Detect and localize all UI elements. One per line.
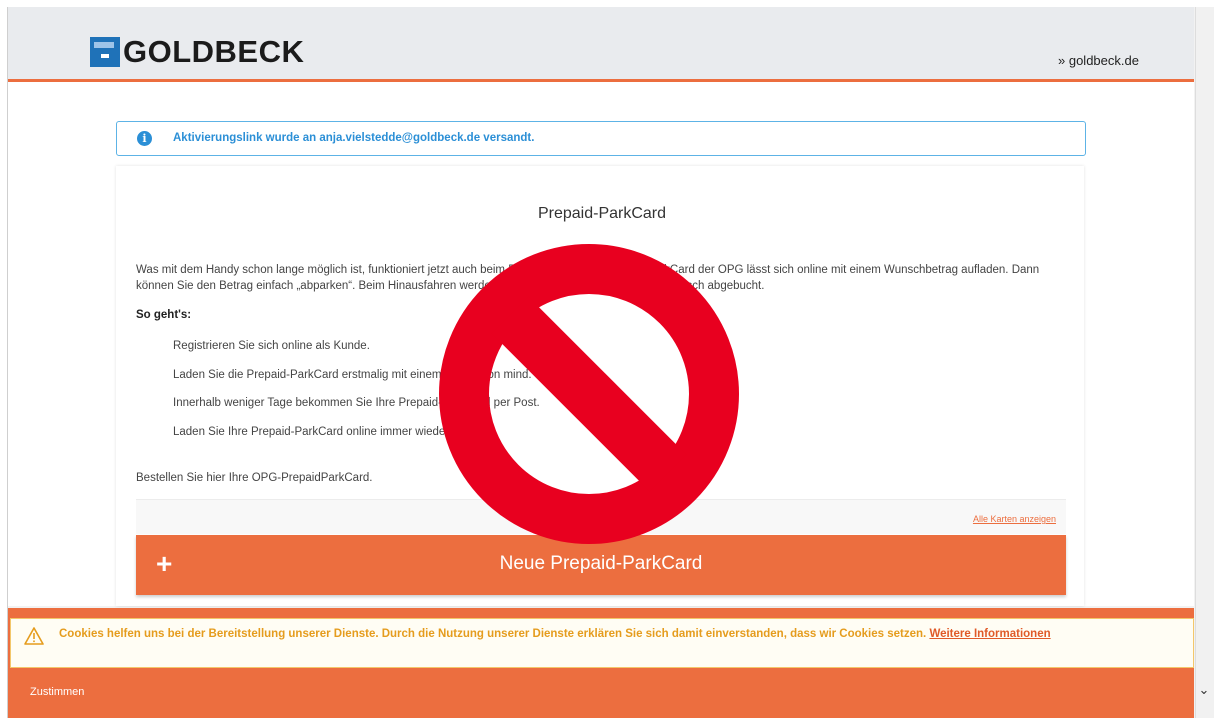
all-cards-link[interactable]: Alle Karten anzeigen	[973, 514, 1056, 524]
agree-button[interactable]: Zustimmen	[30, 686, 84, 698]
brand-name: GOLDBECK	[123, 34, 305, 69]
scroll-down-arrow-icon[interactable]: ⌄	[1196, 682, 1212, 698]
cookie-message: Cookies helfen uns bei der Bereitstellun…	[59, 628, 1119, 641]
goldbeck-de-link[interactable]: » goldbeck.de	[1058, 53, 1139, 68]
goldbeck-logo[interactable]: GOLDBECK	[90, 34, 305, 69]
order-text: Bestellen Sie hier Ihre OPG-PrepaidParkC…	[136, 472, 373, 484]
activation-alert: i Aktivierungslink wurde an anja.vielste…	[116, 121, 1086, 156]
vertical-scrollbar[interactable]	[1195, 7, 1214, 718]
cookie-notice: Cookies helfen uns bei der Bereitstellun…	[10, 618, 1194, 668]
site-header: GOLDBECK » goldbeck.de	[8, 7, 1194, 82]
warning-icon	[24, 627, 44, 645]
prohibited-icon	[439, 244, 739, 544]
card-title: Prepaid-ParkCard	[537, 205, 667, 222]
info-icon: i	[137, 131, 152, 146]
goldbeck-logo-icon	[90, 37, 120, 67]
more-info-link[interactable]: Weitere Informationen	[929, 628, 1050, 640]
new-parkcard-label: Neue Prepaid-ParkCard	[499, 553, 703, 574]
cookie-message-text: Cookies helfen uns bei der Bereitstellun…	[59, 628, 927, 640]
alert-message: Aktivierungslink wurde an anja.vielstedd…	[173, 132, 535, 144]
howto-heading: So geht's:	[136, 309, 192, 321]
